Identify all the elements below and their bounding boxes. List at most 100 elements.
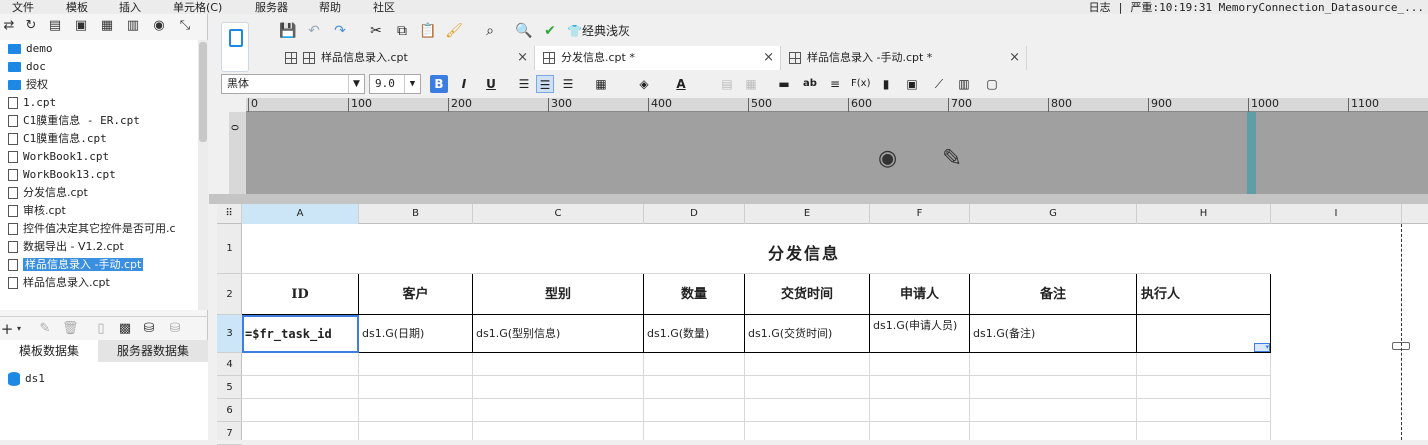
align-center-icon[interactable]: ☰ [536,75,554,93]
empty-cell[interactable] [473,422,644,440]
tree-scroll-thumb[interactable] [199,42,207,142]
empty-cell[interactable] [870,353,970,376]
row-header[interactable]: 3 [217,315,242,353]
check-icon[interactable]: ✔ [541,22,559,40]
empty-cell[interactable] [870,399,970,422]
tree-item[interactable]: 样品信息录入.cpt [8,274,110,291]
empty-cell[interactable] [242,353,359,376]
tree-item[interactable]: 分发信息.cpt [8,184,88,201]
header-cell[interactable]: 型别 [473,274,644,315]
select-all-corner[interactable]: ⠿ [217,204,242,224]
tree-item[interactable]: 1.cpt [8,94,56,111]
data-cell[interactable]: ds1.G(型别信息) [473,315,644,353]
database-icon[interactable]: ⛁ [142,322,156,336]
empty-cell[interactable] [870,376,970,399]
tree-item[interactable]: 控件值决定其它控件是否可用.c [8,220,176,237]
column-header[interactable]: H [1137,204,1271,224]
data-cell[interactable]: ds1.G(日期) [359,315,473,353]
tree-item[interactable]: 审核.cpt [8,202,66,219]
tab-template-datasets[interactable]: 模板数据集 [0,340,98,362]
empty-cell[interactable] [473,399,644,422]
slash-icon[interactable]: ⟋ [930,75,948,93]
row-header[interactable]: 1 [217,224,242,274]
menu-community[interactable]: 社区 [373,0,395,15]
tree-scrollbar[interactable] [198,40,208,310]
column-header[interactable]: B [359,204,473,224]
data-cell[interactable]: ds1.G(数量) [644,315,745,353]
font-color-icon[interactable]: A [672,75,690,93]
align-right-icon[interactable]: ☰ [559,75,577,93]
column-header[interactable]: G [970,204,1137,224]
empty-cell[interactable] [359,353,473,376]
menu-cell[interactable]: 单元格(C) [173,0,222,15]
theme-button[interactable]: 👕经典浅灰 [567,22,647,40]
copy-icon[interactable]: ⧉ [393,22,411,40]
row-header[interactable]: 6 [217,399,242,422]
search-icon[interactable]: 🔍 [515,22,533,40]
reload-icon[interactable]: ↻ [24,19,38,33]
menu-help[interactable]: 帮助 [319,0,341,15]
save-icon[interactable]: ▥ [126,19,140,33]
rich-text-icon[interactable]: ≡ [826,75,844,93]
empty-cell[interactable] [359,422,473,440]
font-family-select[interactable]: 黑体 ▼ [221,74,365,94]
empty-cell[interactable] [970,399,1137,422]
tree-item[interactable]: WorkBook1.cpt [8,148,109,165]
row-header[interactable]: 5 [217,376,242,399]
row-header[interactable]: 7 [217,422,242,445]
empty-cell[interactable] [1137,376,1271,399]
empty-cell[interactable] [745,422,870,440]
align-left-icon[interactable]: ☰ [515,75,533,93]
split-icon[interactable]: ▦ [742,75,760,93]
dataset-image-icon[interactable]: ▩ [118,322,132,336]
empty-cell[interactable] [870,422,970,440]
header-cell[interactable]: 客户 [359,274,473,315]
empty-cell[interactable] [1137,422,1271,440]
tree-item[interactable]: 数据导出 - V1.2.cpt [8,238,124,255]
empty-cell[interactable] [644,399,745,422]
italic-button[interactable]: I [455,75,473,93]
header-cell[interactable]: 执行人 [1137,274,1271,315]
row-header[interactable]: 4 [217,353,242,376]
empty-cell[interactable] [745,376,870,399]
header-resize-bar[interactable] [1247,112,1256,194]
text-cell-icon[interactable]: ▬ [775,75,793,93]
tab-distribution-info[interactable]: 分发信息.cpt * × [535,46,781,70]
border-icon[interactable]: ▦ [592,75,610,93]
preview-icon[interactable]: ⌕ [481,22,499,40]
column-header[interactable]: C [473,204,644,224]
dropdown-widget-icon[interactable]: ▾ [1254,343,1270,352]
header-cell[interactable]: 备注 [970,274,1137,315]
empty-cell[interactable] [745,399,870,422]
tab-sample-entry-manual[interactable]: 样品信息录入 -手动.cpt * × [781,46,1027,70]
close-icon[interactable]: × [1009,46,1020,70]
tree-item[interactable]: 授权 [8,76,48,93]
empty-cell[interactable] [970,376,1137,399]
database-settings-icon[interactable]: ⛁ [168,322,182,336]
tree-item[interactable]: C1膜重信息.cpt [8,130,107,147]
empty-cell[interactable] [644,353,745,376]
header-cell[interactable]: 申请人 [870,274,970,315]
pencil-icon[interactable]: ✎ [942,144,962,172]
bold-button[interactable]: B [430,75,448,93]
empty-cell[interactable] [242,422,359,440]
delete-icon[interactable]: 🗑 [62,322,79,336]
font-size-select[interactable]: 9.0 ▼ [369,74,421,94]
refresh-icon[interactable]: ⇄ [2,19,16,33]
menu-server[interactable]: 服务器 [255,0,288,15]
tab-server-datasets[interactable]: 服务器数据集 [98,340,208,362]
empty-cell[interactable] [242,399,359,422]
undo-icon[interactable]: ↶ [305,22,323,40]
cell-element-icon[interactable]: ▢ [983,75,1001,93]
chevron-down-icon[interactable]: ▾ [12,322,26,336]
header-cell[interactable]: ID [242,274,359,315]
tree-item[interactable]: doc [8,58,46,75]
subreport-icon[interactable]: ▥ [955,75,973,93]
close-icon[interactable]: × [517,46,528,70]
data-cell[interactable]: ds1.G(交货时间) [745,315,870,353]
close-icon[interactable]: × [763,46,774,70]
empty-cell[interactable] [644,422,745,440]
title-cell[interactable] [242,224,1270,274]
dataset-item[interactable]: ds1 [8,370,45,387]
paste-icon[interactable]: 📋 [419,22,437,40]
